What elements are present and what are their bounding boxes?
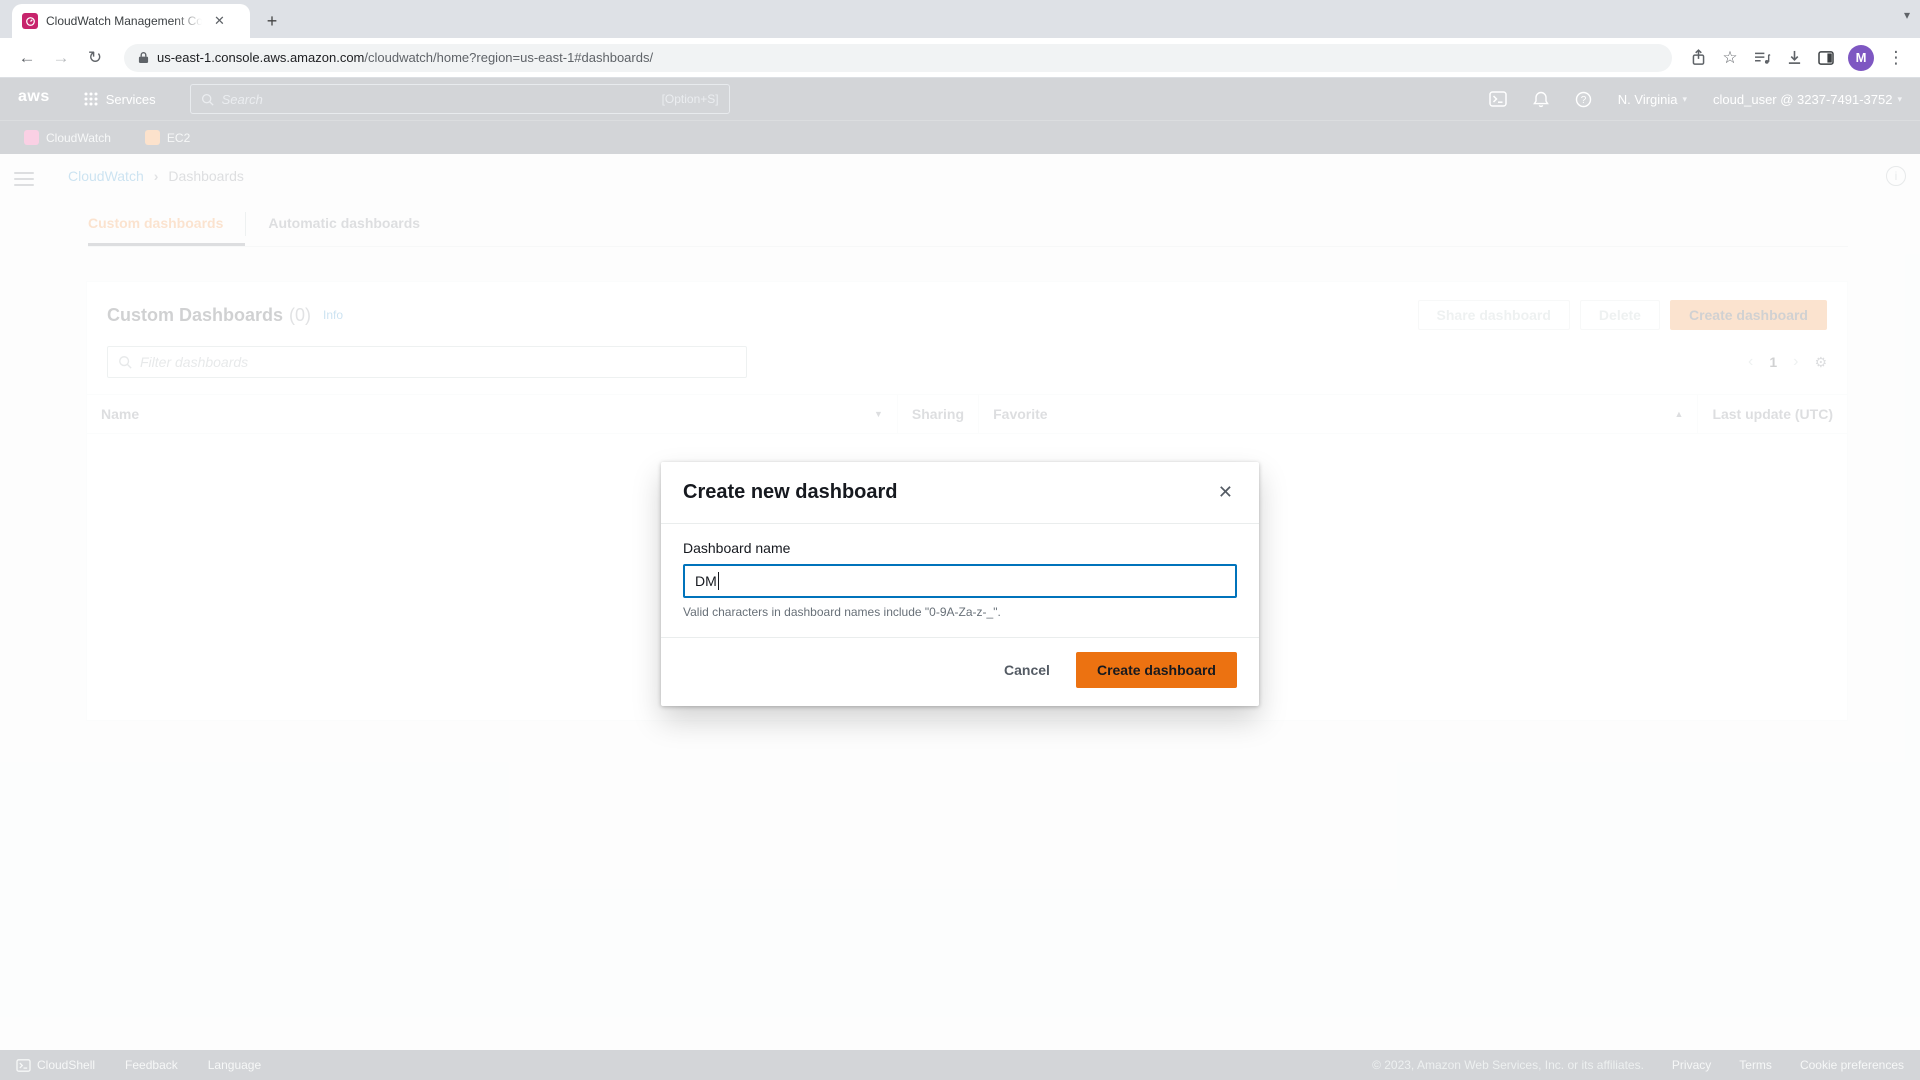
share-icon[interactable] — [1684, 44, 1712, 72]
modal-close-icon[interactable]: ✕ — [1214, 480, 1237, 505]
create-dashboard-modal: Create new dashboard ✕ Dashboard name DM… — [661, 462, 1259, 706]
lock-icon — [138, 51, 149, 64]
cancel-button[interactable]: Cancel — [1004, 662, 1050, 678]
chevron-down-icon[interactable]: ▾ — [1904, 8, 1910, 22]
download-icon[interactable] — [1780, 44, 1808, 72]
valid-characters-helper: Valid characters in dashboard names incl… — [683, 605, 1237, 619]
dashboard-name-label: Dashboard name — [683, 540, 1237, 556]
browser-toolbar: ← → ↻ us-east-1.console.aws.amazon.com/c… — [0, 38, 1920, 78]
tab-title: CloudWatch Management Console — [46, 14, 202, 28]
browser-menu-icon[interactable]: ⋮ — [1882, 44, 1910, 72]
text-cursor — [718, 572, 719, 590]
cloudwatch-favicon-icon — [22, 13, 38, 29]
browser-tab-strip: CloudWatch Management Console ✕ + ▾ — [0, 0, 1920, 38]
create-dashboard-submit-button[interactable]: Create dashboard — [1076, 652, 1237, 688]
profile-avatar[interactable]: M — [1848, 45, 1874, 71]
url-path: /cloudwatch/home?region=us-east-1#dashbo… — [364, 50, 653, 65]
tab-close-icon[interactable]: ✕ — [210, 11, 229, 31]
page-viewport: aws Services Search [Option+S] — [0, 78, 1920, 1080]
dashboard-name-input[interactable]: DM — [683, 564, 1237, 598]
url-domain: us-east-1.console.aws.amazon.com — [157, 50, 364, 65]
browser-tab[interactable]: CloudWatch Management Console ✕ — [12, 4, 250, 38]
back-button[interactable]: ← — [13, 44, 41, 72]
new-tab-button[interactable]: + — [258, 7, 286, 35]
media-controls-icon[interactable] — [1748, 44, 1776, 72]
reload-button[interactable]: ↻ — [81, 44, 109, 72]
modal-title: Create new dashboard — [683, 481, 898, 504]
bookmark-star-icon[interactable]: ☆ — [1716, 44, 1744, 72]
forward-button[interactable]: → — [47, 44, 75, 72]
sidebar-toggle-icon[interactable] — [1812, 44, 1840, 72]
url-bar[interactable]: us-east-1.console.aws.amazon.com/cloudwa… — [124, 44, 1672, 72]
